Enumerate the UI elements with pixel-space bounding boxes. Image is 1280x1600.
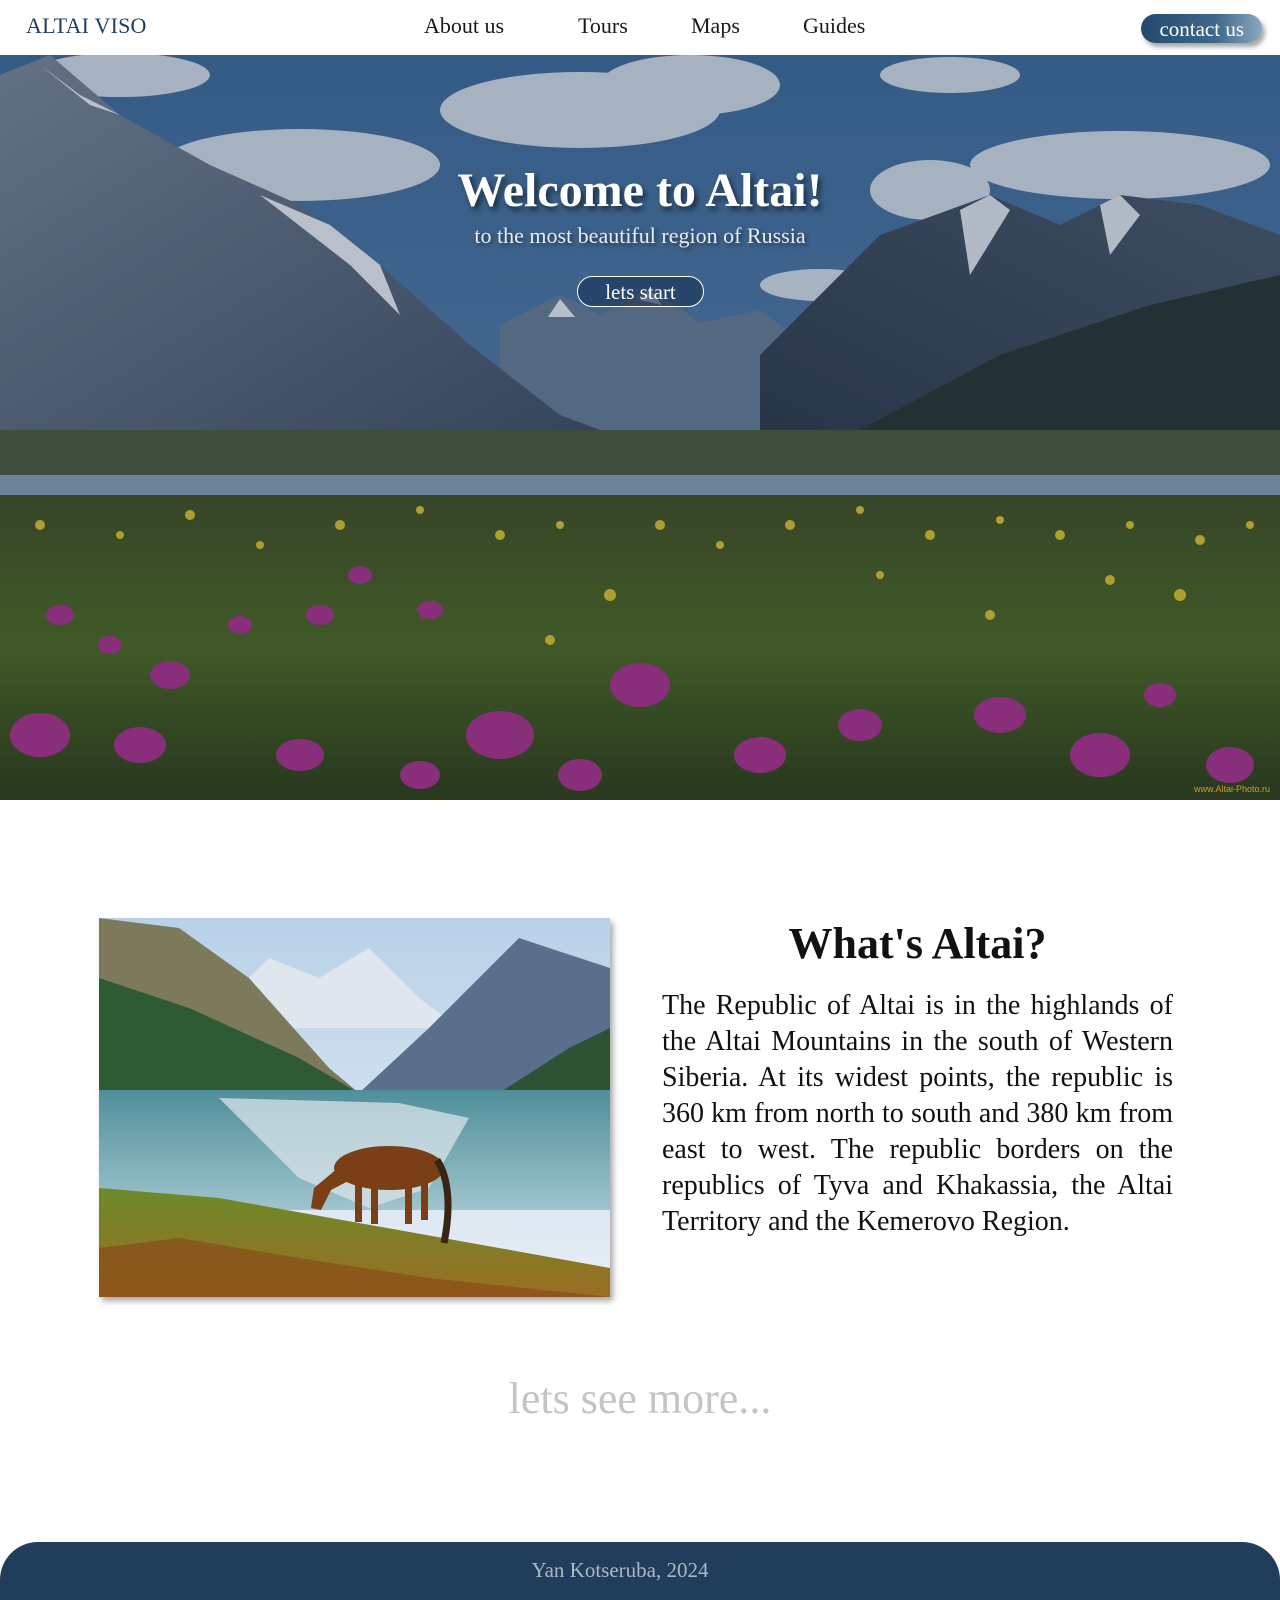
horse-lake-photo [99, 918, 610, 1297]
hero-watermark: www.Altai-Photo.ru [1193, 784, 1270, 794]
about-description: The Republic of Altai is in the highland… [662, 990, 1173, 1237]
top-navbar: ALTAI VISO About us Tours Maps Guides co… [0, 0, 1280, 55]
nav-link-tours[interactable]: Tours [578, 13, 628, 39]
nav-link-maps[interactable]: Maps [691, 13, 740, 39]
see-more-link[interactable]: lets see more... [0, 1373, 1280, 1424]
footer-credit: Yan Kotseruba, 2024 [531, 1558, 709, 1582]
lets-start-button[interactable]: lets start [577, 276, 704, 307]
nav-link-guides[interactable]: Guides [803, 13, 865, 39]
hero-section: Welcome to Altai! to the most beautiful … [0, 55, 1280, 800]
footer: Yan Kotseruba, 2024 [0, 1542, 1280, 1600]
hero-subtitle: to the most beautiful region of Russia [474, 223, 806, 248]
nav-links: About us Tours Maps Guides [0, 13, 1280, 43]
nav-link-about-us[interactable]: About us [424, 13, 504, 39]
about-title: What's Altai? [788, 919, 1047, 968]
horse-by-lake-image [99, 918, 610, 1297]
hero-title: Welcome to Altai! [457, 164, 823, 217]
contact-us-button[interactable]: contact us [1141, 14, 1262, 43]
